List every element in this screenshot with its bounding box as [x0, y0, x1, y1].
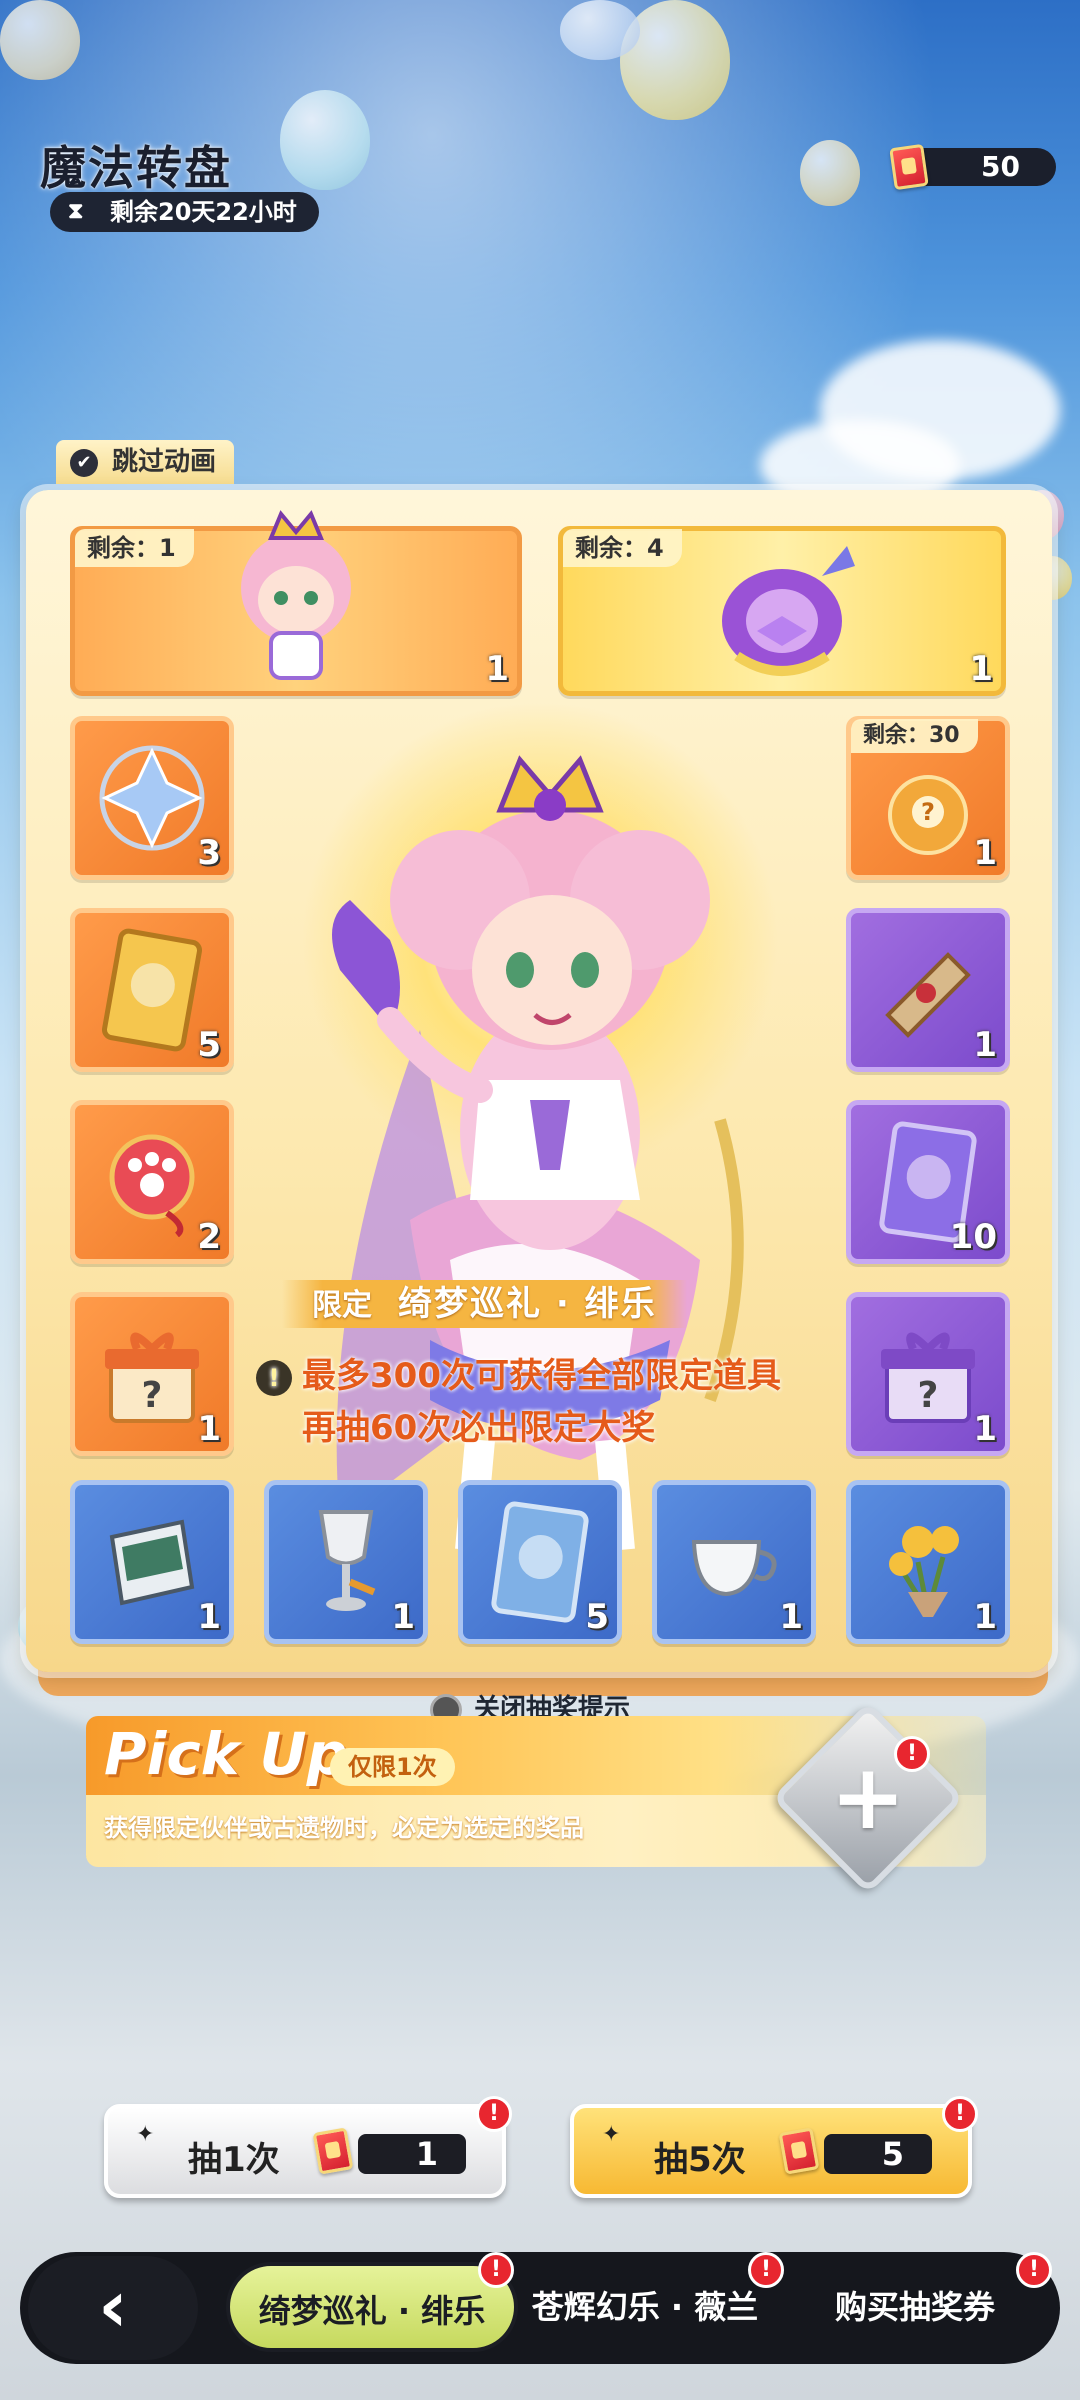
ticket-balance-value: 50	[981, 150, 1020, 183]
hourglass-icon: ⧗	[68, 199, 84, 224]
mystery-box-icon: ?	[881, 1332, 975, 1423]
grand-prize-slot[interactable]: 剩余：1 1	[70, 510, 522, 696]
balloon-icon	[280, 90, 370, 190]
prize-slot[interactable]: 3	[70, 716, 234, 880]
pickup-description: 获得限定伙伴或古遗物时，必定为选定的奖品	[104, 1814, 584, 1842]
balloon-icon	[560, 0, 640, 60]
balloon-icon	[0, 0, 80, 80]
item-count: 5	[585, 1597, 609, 1637]
prize-slot[interactable]: 剩余：30 ? 1	[846, 716, 1010, 880]
alert-badge: !	[942, 2096, 978, 2132]
prize-slot[interactable]: 5	[458, 1480, 622, 1644]
limited-banner: 限定 绮梦巡礼 · 绯乐	[282, 1280, 687, 1328]
prize-slot[interactable]: 5	[70, 908, 234, 1072]
pity-notice: ! 最多300次可获得全部限定道具 再抽60次必出限定大奖	[256, 1350, 781, 1454]
draw-once-cost: 1	[358, 2134, 466, 2174]
item-count: 1	[197, 1409, 221, 1449]
crown-relic-icon	[722, 546, 855, 676]
remaining-label: 剩余：30	[851, 719, 978, 753]
draw-five-cost: 5	[824, 2134, 932, 2174]
remaining-label: 剩余：1	[75, 529, 194, 567]
warning-icon: !	[256, 1360, 292, 1396]
alert-badge: !	[748, 2252, 784, 2288]
item-count: 1	[391, 1597, 415, 1637]
draw-once-label: 抽1次	[188, 2140, 280, 2180]
skip-animation-toggle[interactable]: ✔ 跳过动画	[56, 440, 235, 484]
alert-badge: !	[476, 2096, 512, 2132]
item-count: 1	[973, 1025, 997, 1065]
notice-line-1: 最多300次可获得全部限定道具	[302, 1356, 781, 1396]
grand-prize-slot[interactable]: 剩余：4 1	[558, 526, 1006, 696]
chibi-character-icon	[241, 510, 351, 681]
tab-label: 苍辉幻乐 · 薇兰	[531, 2288, 759, 2326]
prize-slot[interactable]: ? 1	[846, 1292, 1010, 1456]
scroll-icon	[885, 952, 971, 1038]
tab-second-event[interactable]: 苍辉幻乐 · 薇兰	[520, 2262, 770, 2352]
prize-slot[interactable]: 1	[846, 908, 1010, 1072]
crystal-icon	[99, 745, 205, 851]
remaining-label: 剩余：4	[563, 529, 682, 567]
balloon-icon	[800, 140, 860, 206]
item-count: 5	[197, 1025, 221, 1065]
prize-slot[interactable]: 1	[264, 1480, 428, 1644]
check-icon: ✔	[70, 449, 98, 477]
flower-bouquet-icon	[889, 1526, 959, 1617]
draw-five-button[interactable]: ✦ 抽5次 5 !	[570, 2096, 978, 2198]
prize-slot[interactable]: 1	[70, 1480, 234, 1644]
lottery-ticket-icon	[889, 143, 929, 191]
item-count: 10	[949, 1217, 997, 1257]
draw-five-label: 抽5次	[654, 2140, 746, 2180]
sparkle-icon: ✦	[136, 2122, 155, 2147]
teacup-icon	[691, 1540, 777, 1597]
pickup-title: Pick Up	[104, 1720, 349, 1788]
item-count: 1	[973, 833, 997, 873]
draw-once-button[interactable]: ✦ 抽1次 1 !	[104, 2096, 512, 2198]
tab-buy-tickets[interactable]: 购买抽奖券	[800, 2262, 1030, 2352]
item-count: 1	[197, 1597, 221, 1637]
page-title: 魔法转盘	[40, 141, 232, 195]
lottery-ticket-icon	[778, 2127, 820, 2175]
mystery-box-icon: ?	[105, 1332, 199, 1423]
gold-card-icon	[101, 928, 203, 1052]
prize-slot[interactable]: 1	[652, 1480, 816, 1644]
potion-orb-icon: ?	[888, 775, 968, 856]
blue-card-icon	[491, 1501, 589, 1623]
item-count: 1	[969, 649, 993, 689]
prize-slot[interactable]: 2	[70, 1100, 234, 1264]
item-count: 1	[779, 1597, 803, 1637]
alert-badge: !	[1016, 2252, 1052, 2288]
item-count: 1	[485, 649, 509, 689]
tab-featured-event[interactable]: 绮梦巡礼 · 绯乐	[226, 2262, 518, 2352]
limited-tag: 限定	[312, 1288, 372, 1323]
pickup-limit-badge: 仅限1次	[330, 1748, 455, 1786]
event-timer: ⧗ 剩余20天22小时	[50, 192, 319, 232]
tab-label: 绮梦巡礼 · 绯乐	[258, 2292, 486, 2330]
svg-text:?: ?	[918, 1375, 939, 1416]
prize-slot[interactable]: ? 1	[70, 1292, 234, 1456]
book-icon	[109, 1519, 195, 1606]
svg-text:?: ?	[921, 798, 935, 826]
timer-text: 剩余20天22小时	[110, 198, 297, 226]
item-count: 3	[197, 833, 221, 873]
prize-slot[interactable]: 1	[846, 1480, 1010, 1644]
paw-compact-icon	[109, 1134, 195, 1237]
item-count: 1	[973, 1409, 997, 1449]
tab-label: 购买抽奖券	[834, 2288, 995, 2326]
prize-slot[interactable]: 10	[846, 1100, 1010, 1264]
svg-text:?: ?	[142, 1375, 163, 1416]
alert-badge: !	[478, 2252, 514, 2288]
alert-badge: !	[894, 1736, 930, 1772]
sparkle-icon: ✦	[602, 2122, 621, 2147]
notice-line-2: 再抽60次必出限定大奖	[302, 1408, 656, 1448]
goblet-icon	[318, 1510, 376, 1611]
skip-animation-label: 跳过动画	[112, 447, 217, 477]
limited-name: 绮梦巡礼 · 绯乐	[398, 1284, 657, 1324]
item-count: 1	[973, 1597, 997, 1637]
lottery-ticket-icon	[312, 2127, 354, 2175]
item-count: 2	[197, 1217, 221, 1257]
back-button[interactable]: ‹	[28, 2256, 198, 2360]
